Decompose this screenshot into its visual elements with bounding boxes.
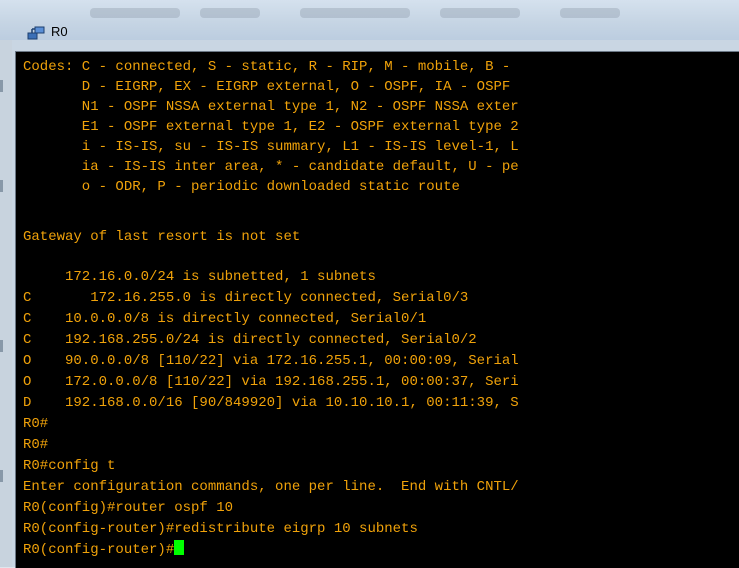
terminal-line: 172.16.0.0/24 is subnetted, 1 subnets	[23, 269, 376, 285]
edge-mark	[0, 180, 3, 192]
blurred-background	[560, 8, 620, 18]
terminal-output[interactable]: Codes: C - connected, S - static, R - RI…	[15, 51, 739, 568]
blurred-background	[90, 8, 180, 18]
terminal-line: Codes: C - connected, S - static, R - RI…	[23, 59, 511, 75]
edge-mark	[0, 340, 3, 352]
terminal-line: Gateway of last resort is not set	[23, 229, 301, 245]
router-console-window: R0 Codes: C - connected, S - static, R -…	[0, 0, 739, 568]
terminal-line: o - ODR, P - periodic downloaded static …	[23, 179, 460, 195]
terminal-line: N1 - OSPF NSSA external type 1, N2 - OSP…	[23, 99, 519, 115]
terminal-line: C 192.168.255.0/24 is directly connected…	[23, 332, 477, 348]
terminal-line: E1 - OSPF external type 1, E2 - OSPF ext…	[23, 119, 519, 135]
terminal-line: R0#config t	[23, 458, 116, 474]
blurred-background	[300, 8, 410, 18]
terminal-line: O 90.0.0.0/8 [110/22] via 172.16.255.1, …	[23, 353, 519, 369]
terminal-line: C 10.0.0.0/8 is directly connected, Seri…	[23, 311, 427, 327]
terminal-line: D - EIGRP, EX - EIGRP external, O - OSPF…	[23, 79, 511, 95]
edge-mark	[0, 80, 3, 92]
router-icon	[27, 25, 45, 41]
terminal-line: R0(config)#router ospf 10	[23, 500, 234, 516]
left-edge	[0, 40, 12, 567]
terminal-line: R0#	[23, 437, 49, 453]
text-cursor	[174, 540, 185, 555]
terminal-line: O 172.0.0.0/8 [110/22] via 192.168.255.1…	[23, 374, 519, 390]
terminal-line: R0#	[23, 416, 49, 432]
terminal-line: ia - IS-IS inter area, * - candidate def…	[23, 159, 519, 175]
terminal-line: Enter configuration commands, one per li…	[23, 479, 519, 495]
terminal-line: R0(config-router)#redistribute eigrp 10 …	[23, 521, 418, 537]
window-title: R0	[51, 24, 68, 39]
title-bar[interactable]: R0	[0, 0, 739, 40]
terminal-prompt-line[interactable]: R0(config-router)#	[23, 540, 185, 560]
terminal-prompt: R0(config-router)#	[23, 542, 175, 558]
terminal-line: i - IS-IS, su - IS-IS summary, L1 - IS-I…	[23, 139, 519, 155]
edge-mark	[0, 470, 3, 482]
terminal-line: C 172.16.255.0 is directly connected, Se…	[23, 290, 469, 306]
blurred-background	[200, 8, 260, 18]
terminal-line: D 192.168.0.0/16 [90/849920] via 10.10.1…	[23, 395, 519, 411]
blurred-background	[440, 8, 520, 18]
